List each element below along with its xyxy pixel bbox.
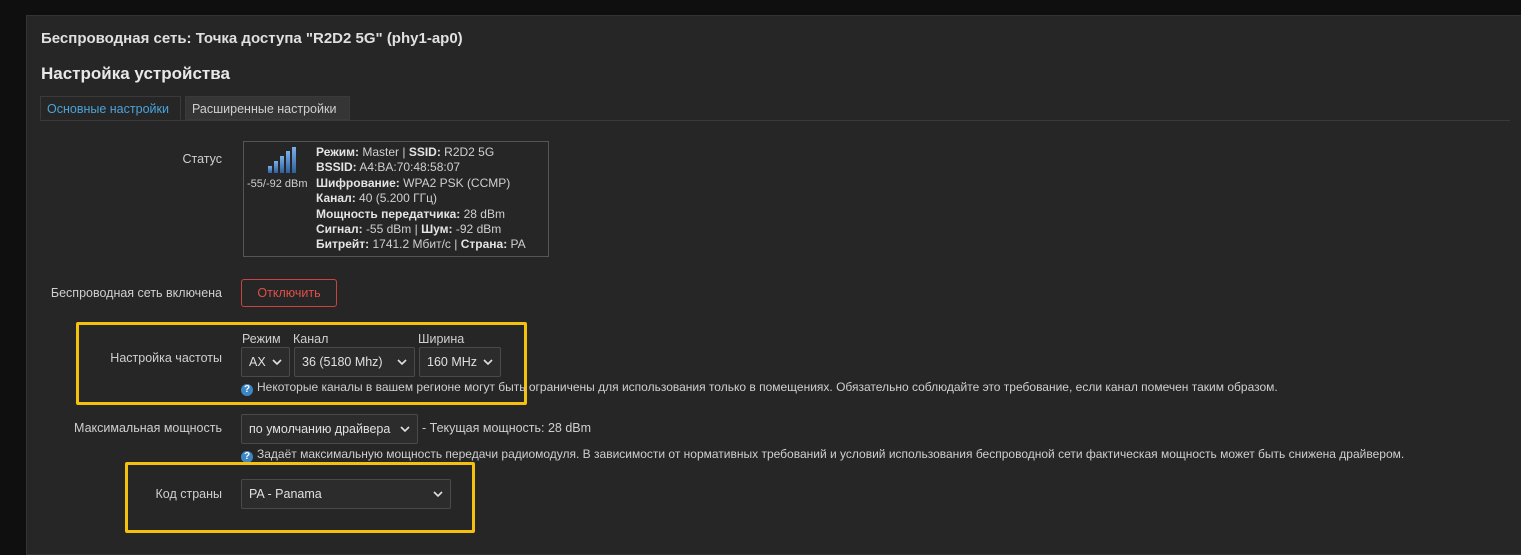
status-line-channel: Канал: 40 (5.200 ГГц) [316, 191, 437, 206]
mode-select[interactable]: AX [241, 347, 290, 377]
country-code-select[interactable]: PA - Panama [241, 479, 451, 509]
country-code-label: Код страны [155, 487, 223, 501]
channel-select-value: 36 (5180 Mhz) [302, 355, 383, 369]
current-power-text: - Текущая мощность: 28 dBm [422, 421, 592, 435]
help-icon: ? [241, 384, 253, 396]
chevron-down-icon [400, 426, 410, 433]
max-power-select[interactable]: по умолчанию драйвера [241, 414, 418, 444]
status-line-mode: Режим: Master | SSID: R2D2 5G [316, 145, 495, 159]
section-title: Настройка устройства [41, 64, 230, 83]
max-power-select-value: по умолчанию драйвера [249, 422, 391, 436]
max-power-label: Максимальная мощность [74, 421, 222, 435]
country-code-select-value: PA - Panama [249, 487, 322, 501]
tab-basic-settings[interactable]: Основные настройки [40, 96, 181, 120]
chevron-down-icon [483, 359, 493, 366]
status-line-encryption: Шифрование: WPA2 PSK (CCMP) [316, 175, 511, 190]
signal-bars-icon [268, 147, 296, 173]
channel-header: Канал [293, 332, 329, 346]
channel-select[interactable]: 36 (5180 Mhz) [294, 347, 415, 377]
max-power-help-text: Задаёт максимальную мощность передачи ра… [257, 447, 1405, 461]
status-label: Статус [182, 152, 222, 166]
status-line-signal: Сигнал: -55 dBm | Шум: -92 dBm [316, 222, 502, 237]
status-line-bssid: BSSID: A4:BA:70:48:58:07 [316, 160, 461, 175]
frequency-help-text: Некоторые каналы в вашем регионе могут б… [257, 380, 1278, 394]
status-details: Режим: Master | SSID: R2D2 5G BSSID: A4:… [316, 145, 526, 253]
width-header: Ширина [418, 332, 465, 346]
page-title: Беспроводная сеть: Точка доступа "R2D2 5… [41, 30, 463, 47]
max-power-help: ? Задаёт максимальную мощность передачи р… [241, 447, 1404, 463]
tab-advanced-settings[interactable]: Расширенные настройки [185, 96, 350, 120]
frequency-label: Настройка частоты [110, 351, 222, 365]
frequency-help: ? Некоторые каналы в вашем регионе могут … [241, 380, 1278, 396]
disable-button[interactable]: Отключить [241, 279, 337, 307]
width-select[interactable]: 160 MHz [419, 347, 501, 377]
chevron-down-icon [433, 491, 443, 498]
signal-strength-text: -55/-92 dBm [247, 178, 308, 190]
wireless-enabled-label: Беспроводная сеть включена [50, 286, 222, 300]
status-line-bitrate: Битрейт: 1741.2 Мбит/с | Страна: PA [316, 237, 526, 252]
mode-header: Режим [242, 332, 281, 346]
chevron-down-icon [272, 359, 282, 366]
status-line-txpower: Мощность передатчика: 28 dBm [316, 206, 505, 221]
chevron-down-icon [397, 359, 407, 366]
width-select-value: 160 MHz [427, 355, 478, 369]
mode-select-value: AX [249, 355, 266, 369]
